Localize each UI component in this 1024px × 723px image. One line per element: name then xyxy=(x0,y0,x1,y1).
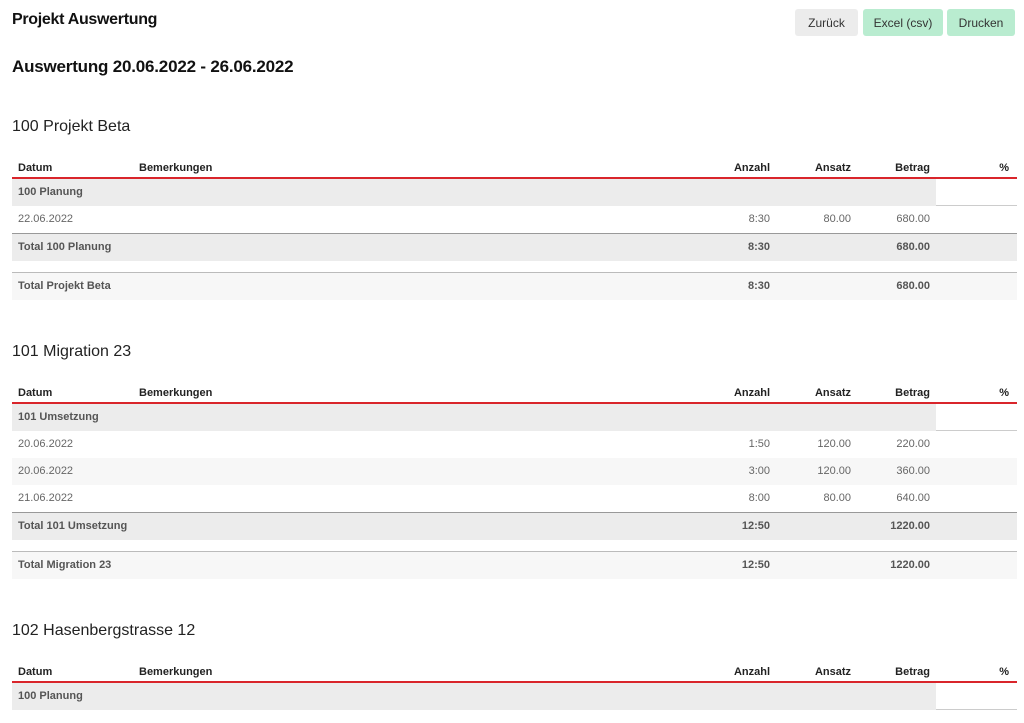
project-section: 102 Hasenbergstrasse 12 Datum Bemerkunge… xyxy=(12,620,1017,710)
page-title: Projekt Auswertung xyxy=(12,11,158,28)
row-anzahl: 3:00 xyxy=(748,465,770,477)
table-header: Datum Bemerkungen Anzahl Ansatz Betrag % xyxy=(12,158,1017,179)
percent-cell xyxy=(936,683,1017,710)
col-bemerkungen: Bemerkungen xyxy=(139,387,213,399)
group-row: 101 Umsetzung xyxy=(12,404,1017,431)
project-table: Datum Bemerkungen Anzahl Ansatz Betrag %… xyxy=(12,158,1017,300)
back-button[interactable]: Zurück xyxy=(795,9,858,36)
row-betrag: 680.00 xyxy=(896,213,930,225)
col-anzahl: Anzahl xyxy=(733,666,770,678)
group-name: 100 Planung xyxy=(18,186,83,198)
group-total-anzahl: 12:50 xyxy=(741,520,770,532)
percent-cell xyxy=(936,179,1017,206)
project-section: 101 Migration 23 Datum Bemerkungen Anzah… xyxy=(12,341,1017,579)
group-total-anzahl: 8:30 xyxy=(747,241,770,253)
col-ansatz: Ansatz xyxy=(814,387,851,399)
excel-export-button[interactable]: Excel (csv) xyxy=(863,9,943,36)
table-header: Datum Bemerkungen Anzahl Ansatz Betrag % xyxy=(12,383,1017,404)
row-anzahl: 8:00 xyxy=(748,492,770,504)
print-button[interactable]: Drucken xyxy=(947,9,1015,36)
project-total-anzahl: 12:50 xyxy=(741,559,770,571)
row-ansatz: 80.00 xyxy=(823,492,851,504)
row-date: 21.06.2022 xyxy=(18,492,74,504)
row-anzahl: 8:30 xyxy=(748,213,770,225)
table-row: 20.06.2022 3:00 120.00 360.00 xyxy=(12,458,1017,485)
col-anzahl: Anzahl xyxy=(733,162,770,174)
group-total-label: Total 101 Umsetzung xyxy=(18,520,128,532)
row-date: 20.06.2022 xyxy=(18,438,74,450)
col-anzahl: Anzahl xyxy=(733,387,770,399)
project-table: Datum Bemerkungen Anzahl Ansatz Betrag %… xyxy=(12,383,1017,579)
group-row: 100 Planung xyxy=(12,179,1017,206)
col-ansatz: Ansatz xyxy=(814,162,851,174)
col-betrag: Betrag xyxy=(895,162,930,174)
row-betrag: 640.00 xyxy=(896,492,930,504)
project-title: 102 Hasenbergstrasse 12 xyxy=(12,622,196,639)
col-datum: Datum xyxy=(18,162,53,174)
evaluation-range-title: Auswertung 20.06.2022 - 26.06.2022 xyxy=(12,57,294,76)
group-total-row: Total 100 Planung 8:30 680.00 xyxy=(12,233,1017,261)
project-total-betrag: 1220.00 xyxy=(890,559,930,571)
table-row: 20.06.2022 1:50 120.00 220.00 xyxy=(12,431,1017,458)
row-ansatz: 80.00 xyxy=(823,213,851,225)
group-row: 100 Planung xyxy=(12,683,1017,710)
col-datum: Datum xyxy=(18,387,53,399)
row-date: 22.06.2022 xyxy=(18,213,74,225)
col-percent: % xyxy=(999,162,1009,174)
project-total-row: Total Migration 23 12:50 1220.00 xyxy=(12,551,1017,579)
table-row: 22.06.2022 8:30 80.00 680.00 xyxy=(12,206,1017,233)
table-row: 21.06.2022 8:00 80.00 640.00 xyxy=(12,485,1017,512)
project-title: 101 Migration 23 xyxy=(12,343,132,360)
col-betrag: Betrag xyxy=(895,666,930,678)
row-ansatz: 120.00 xyxy=(817,438,851,450)
table-header: Datum Bemerkungen Anzahl Ansatz Betrag % xyxy=(12,662,1017,683)
group-name: 101 Umsetzung xyxy=(18,411,99,423)
col-bemerkungen: Bemerkungen xyxy=(139,666,213,678)
row-ansatz: 120.00 xyxy=(817,465,851,477)
project-total-label: Total Migration 23 xyxy=(18,559,112,571)
group-name: 100 Planung xyxy=(18,690,83,702)
group-total-row: Total 101 Umsetzung 12:50 1220.00 xyxy=(12,512,1017,540)
col-datum: Datum xyxy=(18,666,53,678)
row-betrag: 220.00 xyxy=(896,438,930,450)
col-ansatz: Ansatz xyxy=(814,666,851,678)
group-total-betrag: 680.00 xyxy=(896,241,930,253)
project-title: 100 Projekt Beta xyxy=(12,118,131,135)
project-table: Datum Bemerkungen Anzahl Ansatz Betrag %… xyxy=(12,662,1017,710)
row-date: 20.06.2022 xyxy=(18,465,74,477)
project-section: 100 Projekt Beta Datum Bemerkungen Anzah… xyxy=(12,116,1017,300)
row-anzahl: 1:50 xyxy=(748,438,770,450)
col-bemerkungen: Bemerkungen xyxy=(139,162,213,174)
project-total-label: Total Projekt Beta xyxy=(18,280,111,292)
col-percent: % xyxy=(999,666,1009,678)
project-total-betrag: 680.00 xyxy=(896,280,930,292)
project-total-anzahl: 8:30 xyxy=(747,280,770,292)
col-percent: % xyxy=(999,387,1009,399)
group-total-label: Total 100 Planung xyxy=(18,241,112,253)
row-betrag: 360.00 xyxy=(896,465,930,477)
top-bar: Projekt Auswertung Zurück Excel (csv) Dr… xyxy=(0,0,1024,46)
group-total-betrag: 1220.00 xyxy=(890,520,930,532)
percent-cell xyxy=(936,404,1017,431)
project-total-row: Total Projekt Beta 8:30 680.00 xyxy=(12,272,1017,300)
col-betrag: Betrag xyxy=(895,387,930,399)
